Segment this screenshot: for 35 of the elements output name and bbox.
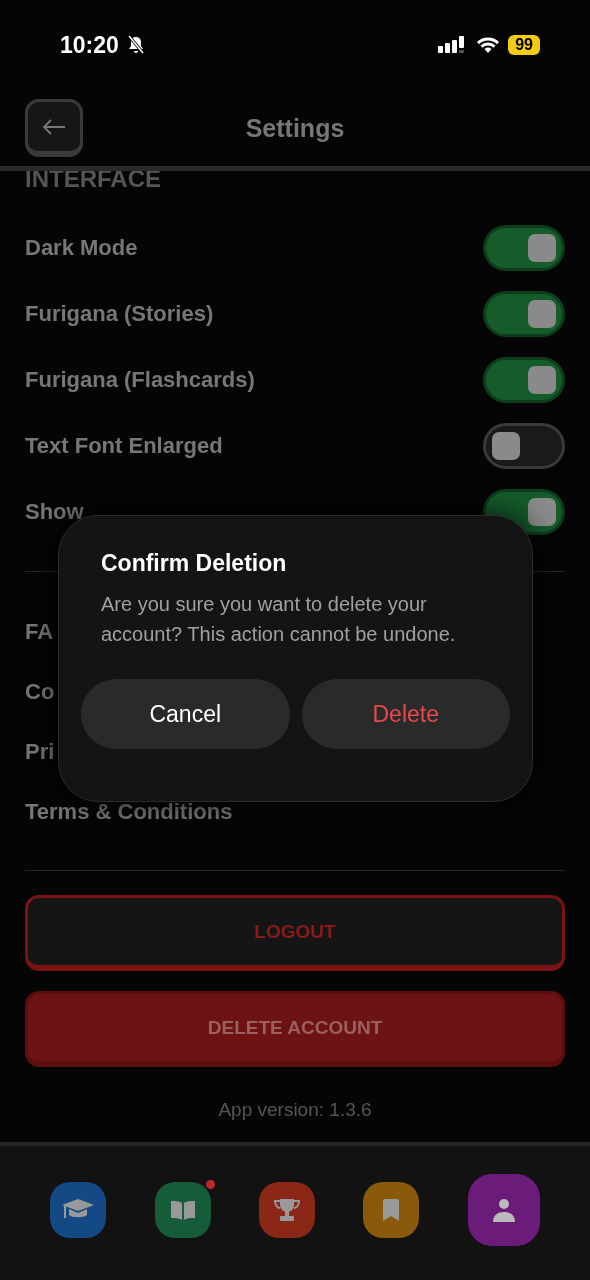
tab-button[interactable]	[50, 1182, 107, 1238]
page-title: Settings	[245, 113, 345, 143]
tab-button[interactable]	[363, 1182, 420, 1238]
setting-label: Show	[25, 499, 84, 525]
setting-label: Text Font Enlarged	[25, 433, 223, 459]
back-button[interactable]	[25, 99, 83, 157]
bookmark-icon	[382, 1199, 401, 1221]
dialog-title: Confirm Deletion	[101, 550, 288, 577]
toggle-switch[interactable]	[483, 357, 565, 403]
battery-indicator: 99	[508, 35, 540, 55]
delete-button[interactable]: Delete	[301, 679, 510, 749]
cancel-button[interactable]: Cancel	[81, 679, 290, 749]
settings-link[interactable]: Pri	[25, 722, 55, 782]
dialog-message: Are you sure you want to delete your account? This action cannot be undone.	[101, 592, 457, 647]
clock: 10:20	[60, 31, 119, 59]
setting-label: Dark Mode	[25, 235, 138, 261]
tab-button[interactable]	[467, 1174, 540, 1246]
back-arrow-icon	[41, 117, 67, 136]
person-icon	[491, 1198, 516, 1222]
section-heading: INTERFACE	[25, 171, 162, 193]
trophy-icon	[273, 1198, 300, 1222]
setting-label: Furigana (Flashcards)	[25, 367, 255, 393]
settings-link[interactable]: Co	[25, 662, 55, 722]
wifi-icon	[476, 36, 501, 54]
tab-button[interactable]	[258, 1182, 315, 1238]
book-icon	[169, 1200, 196, 1220]
toggle-switch[interactable]	[483, 423, 565, 469]
delete-account-button[interactable]: DELETE ACCOUNT	[25, 991, 565, 1067]
app-version: App version: 1.3.6	[217, 1099, 373, 1121]
graduation-cap-icon	[62, 1199, 95, 1221]
setting-label: Furigana (Stories)	[25, 301, 214, 327]
toggle-switch[interactable]	[483, 291, 565, 337]
settings-link[interactable]: FA	[25, 602, 54, 662]
bell-muted-icon	[126, 35, 145, 55]
toggle-switch[interactable]	[483, 225, 565, 271]
